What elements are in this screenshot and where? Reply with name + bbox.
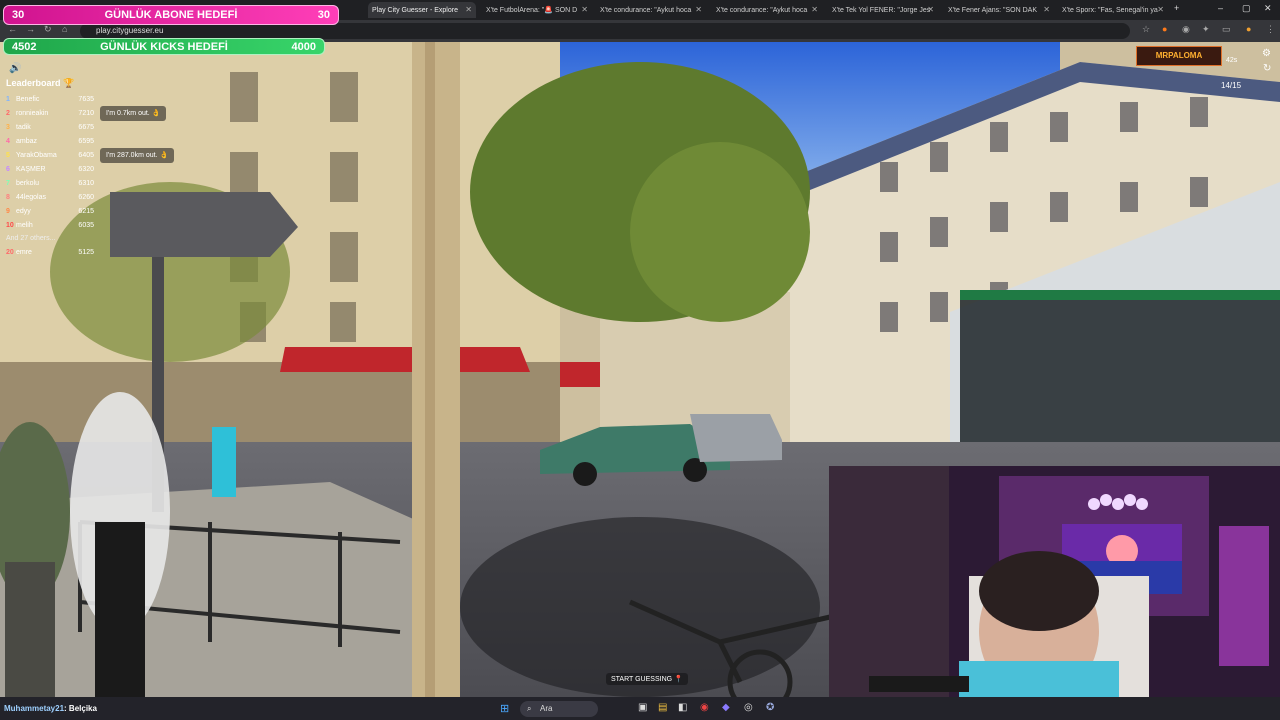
discord-icon[interactable]: ◆ (722, 702, 730, 713)
tab-sporx[interactable]: X'te Sporx: "Fas, Senegal'in ya ✕ (1058, 2, 1168, 18)
sidebar-icon[interactable]: ▭ (1222, 24, 1231, 35)
leaderboard-self-row: 20 emre 5125 (6, 248, 94, 256)
sound-icon[interactable]: 🔊 (9, 63, 21, 74)
obs-icon[interactable]: ◎ (744, 702, 753, 713)
tab-label: X'te Tek Yol FENER: "Jorge Jes (832, 6, 931, 14)
brave-icon[interactable]: ● (1162, 24, 1167, 34)
close-window-icon[interactable]: ✕ (1264, 3, 1272, 14)
close-icon[interactable]: ✕ (695, 5, 702, 14)
tab-tekyol[interactable]: X'te Tek Yol FENER: "Jorge Jes ✕ (828, 2, 938, 18)
reload-icon[interactable]: ↻ (44, 24, 52, 35)
leaderboard-row: 9 edyy 6215 (6, 207, 94, 215)
subscriber-goal-bar: 30 GÜNLÜK ABONE HEDEFİ 30 (3, 5, 339, 25)
close-icon[interactable]: ✕ (1157, 5, 1164, 14)
tab-condurance-1[interactable]: X'te condurance: "Aykut hoca ✕ (596, 2, 706, 18)
maximize-icon[interactable]: ▢ (1242, 3, 1251, 14)
goal-target: 30 (317, 9, 330, 21)
round-timer: 42s (1226, 57, 1238, 64)
chat-message: Muhammetay21: Belçika (4, 704, 97, 713)
windows-start-icon[interactable]: ⊞ (500, 702, 509, 715)
forward-icon[interactable]: → (26, 24, 35, 34)
home-icon[interactable]: ⌂ (62, 24, 67, 34)
goal-label: GÜNLÜK ABONE HEDEFİ (104, 9, 238, 21)
kicks-goal-bar: 4502 GÜNLÜK KICKS HEDEFİ 4000 (3, 38, 325, 55)
tab-futbolarena[interactable]: X'te FutbolArena: "🚨 SON D ✕ (482, 2, 592, 18)
tab-label: X'te condurance: "Aykut hoca (600, 6, 692, 14)
task-view-icon[interactable]: ▣ (638, 702, 647, 713)
leaderboard-row: 8 44legolas 6260 (6, 193, 94, 201)
tab-condurance-2[interactable]: X'te condurance: "Aykut hoca ✕ (712, 2, 822, 18)
chat-text: Belçika (68, 704, 97, 713)
leaderboard-title: Leaderboard 🏆 (6, 78, 75, 88)
leaderboard-row: 7 berkolu 6310 (6, 179, 94, 187)
chrome-icon[interactable]: ◉ (700, 702, 709, 713)
round-counter: 14/15 (1221, 81, 1242, 90)
close-icon[interactable]: ✕ (465, 5, 472, 14)
leaderboard-row: 2 ronnieakin 7210 (6, 109, 94, 117)
close-icon[interactable]: ✕ (581, 5, 588, 14)
map-pin-icon: 📍 (674, 676, 683, 683)
streamer-logo: MRPALOMA (1136, 46, 1222, 66)
file-explorer-icon[interactable]: ▤ (658, 702, 667, 713)
tab-fenerajans[interactable]: X'te Fener Ajans: "SON DAK ✕ (944, 2, 1054, 18)
webcam-image (829, 466, 1280, 697)
leaderboard-row: 3 tadik 6675 (6, 123, 94, 131)
tab-label: X'te FutbolArena: "🚨 SON D (486, 7, 578, 14)
close-icon[interactable]: ✕ (927, 5, 934, 14)
leaderboard-more: And 27 others... (6, 235, 56, 242)
profile-avatar-icon[interactable]: ● (1246, 24, 1251, 34)
close-icon[interactable]: ✕ (811, 5, 818, 14)
refresh-icon[interactable]: ↻ (1263, 63, 1271, 74)
extension-icon[interactable]: ◉ (1182, 24, 1190, 35)
goal-label: GÜNLÜK KICKS HEDEFİ (100, 40, 228, 53)
settings-gear-icon[interactable]: ⚙ (1262, 48, 1271, 59)
address-field[interactable]: play.cityguesser.eu (80, 23, 1130, 39)
goal-target: 4000 (291, 40, 316, 53)
bookmark-star-icon[interactable]: ☆ (1142, 24, 1150, 35)
leaderboard-row: 6 KAŞMER 6320 (6, 165, 94, 173)
leaderboard-row: 1 Benefic 7635 (6, 95, 94, 103)
menu-icon[interactable]: ⋮ (1266, 24, 1275, 35)
tab-label: X'te condurance: "Aykut hoca (716, 6, 808, 14)
close-icon[interactable]: ✕ (1043, 5, 1050, 14)
steam-icon[interactable]: ✪ (766, 702, 774, 713)
tab-label: Play City Guesser - Explore (372, 6, 458, 14)
leaderboard-row: 4 ambaz 6595 (6, 137, 94, 145)
back-icon[interactable]: ← (8, 24, 17, 34)
search-icon: ⌕ (527, 704, 532, 713)
chat-username: Muhammetay21 (4, 704, 65, 713)
tab-cityguesser[interactable]: Play City Guesser - Explore ✕ (368, 2, 476, 18)
taskbar-search[interactable]: ⌕ Ara (520, 701, 598, 717)
store-icon[interactable]: ◧ (678, 702, 687, 713)
new-tab-icon[interactable]: + (1174, 3, 1179, 13)
minimize-icon[interactable]: – (1218, 3, 1223, 13)
leaderboard: Leaderboard 🏆 1 Benefic 7635 2 ronnieakin 72… (6, 78, 94, 259)
guess-bubble: I'm 287.0km out. 👌 (100, 148, 175, 163)
webcam-feed (829, 466, 1280, 697)
extensions-puzzle-icon[interactable]: ✦ (1202, 24, 1210, 35)
tab-label: X'te Fener Ajans: "SON DAK (948, 6, 1038, 14)
leaderboard-row: 5 YarakObama 6405 (6, 151, 94, 159)
leaderboard-row: 10 melih 6035 (6, 221, 94, 229)
guess-bubble: I'm 0.7km out. 👌 (100, 106, 167, 121)
start-guessing-button[interactable]: START GUESSING 📍 (606, 673, 688, 685)
tab-label: X'te Sporx: "Fas, Senegal'in ya (1062, 6, 1158, 14)
